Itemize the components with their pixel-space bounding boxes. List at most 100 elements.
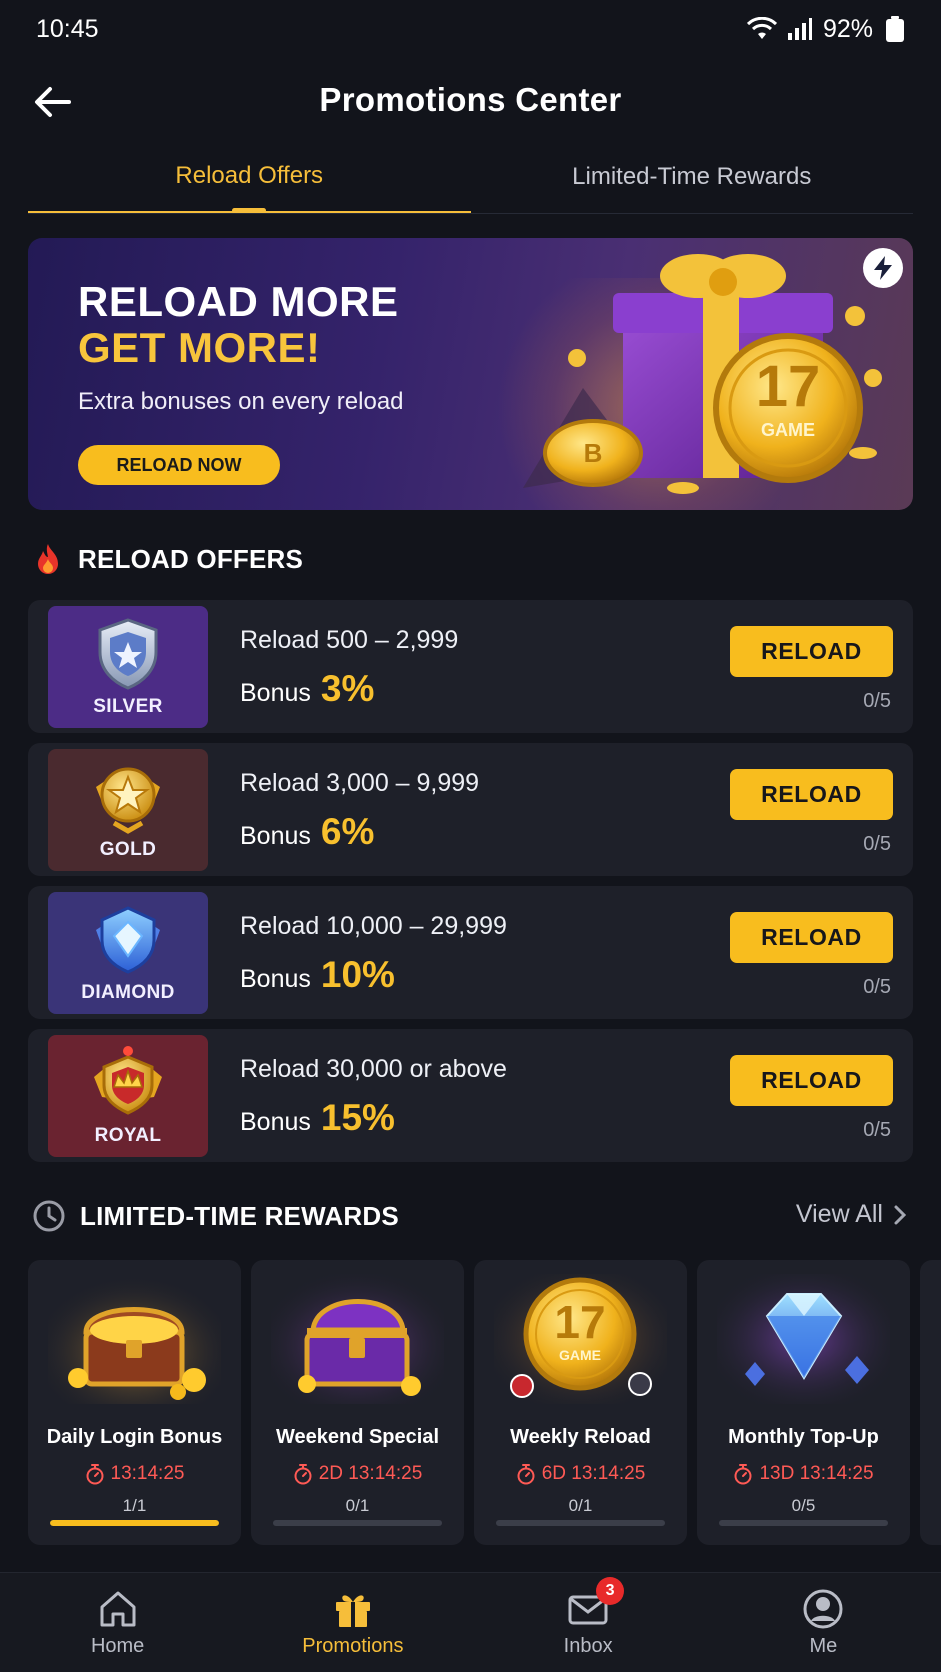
game-coin-icon: 17 GAME <box>494 1274 667 1404</box>
tier-badge: ROYAL <box>48 1035 208 1157</box>
reward-timer: 6D 13:14:25 <box>474 1463 687 1485</box>
status-bar: 10:45 92% <box>0 0 941 58</box>
tier-name: ROYAL <box>94 1125 162 1146</box>
timer-text: 6D 13:14:25 <box>541 1463 646 1484</box>
nav-inbox[interactable]: 3 Inbox <box>471 1573 706 1672</box>
reload-button[interactable]: RELOAD <box>730 1055 893 1106</box>
offer-bonus: Bonus 3% <box>240 668 374 710</box>
tier-name: GOLD <box>99 839 157 860</box>
chevron-right-icon <box>894 1205 907 1224</box>
nav-home[interactable]: Home <box>0 1573 235 1672</box>
battery-icon <box>883 15 907 43</box>
reload-now-button[interactable]: RELOAD NOW <box>78 445 280 485</box>
stopwatch-icon <box>517 1464 535 1485</box>
diamond-icon <box>717 1274 890 1404</box>
stopwatch-icon <box>734 1464 752 1485</box>
tier-badge: GOLD <box>48 749 208 871</box>
reward-progress-bar <box>719 1520 888 1526</box>
nav-label: Home <box>90 1635 145 1657</box>
nav-label: Me <box>809 1635 838 1657</box>
offer-card: ROYAL Reload 30,000 or above Bonus 15% RELOA… <box>28 1029 913 1162</box>
bonus-label: Bonus <box>240 965 311 993</box>
bonus-label: Bonus <box>240 822 311 850</box>
battery-percent: 92% <box>822 14 873 43</box>
timer-text: 13D 13:14:25 <box>759 1463 874 1484</box>
bonus-label: Bonus <box>240 679 311 707</box>
reload-button[interactable]: RELOAD <box>730 912 893 963</box>
royal-tier-icon <box>88 1043 168 1123</box>
app-header: Promotions Center <box>0 62 941 138</box>
coin-text-bottom: GAME <box>761 420 815 440</box>
reward-card-peek[interactable] <box>920 1260 941 1545</box>
stopwatch-icon <box>86 1464 104 1485</box>
tab-reload-offers[interactable]: Reload Offers <box>28 140 471 213</box>
reward-card[interactable]: Monthly Top-Up 13D 13:14:25 0/5 <box>697 1260 910 1545</box>
nav-label: Promotions <box>302 1635 404 1657</box>
coin-text-top: 17 <box>756 354 821 419</box>
clock-icon <box>33 1200 65 1232</box>
reward-card[interactable]: 17 GAME Weekly Reload 6D 13:14:25 0/1 <box>474 1260 687 1545</box>
promo-banner[interactable]: 17 GAME B RELOAD MORE GET MORE! Extra bo… <box>28 238 913 510</box>
offer-card: SILVER Reload 500 – 2,999 Bonus 3% RELOAD 0/5 <box>28 600 913 733</box>
view-all-link[interactable]: View All <box>796 1200 907 1229</box>
offer-bonus: Bonus 15% <box>240 1097 395 1139</box>
reward-progress-bar <box>496 1520 665 1526</box>
back-button[interactable] <box>30 80 74 124</box>
mail-icon-wrap: 3 <box>566 1577 625 1631</box>
rewards-carousel[interactable]: Daily Login Bonus 13:14:25 1/1 Weekend Spec… <box>28 1260 941 1545</box>
section-title: RELOAD OFFERS <box>78 543 304 574</box>
stopwatch-icon <box>294 1464 312 1485</box>
coin-text-top: 17 <box>554 1296 605 1348</box>
reward-timer: 13D 13:14:25 <box>697 1463 910 1485</box>
nav-me[interactable]: Me <box>706 1573 941 1672</box>
view-all-label: View All <box>795 1200 883 1228</box>
reward-timer: 2D 13:14:25 <box>251 1463 464 1485</box>
timer-text: 13:14:25 <box>110 1463 185 1484</box>
reward-progress-fill <box>50 1520 219 1526</box>
reward-title: Weekend Special <box>275 1426 440 1448</box>
small-coin-text: B <box>584 438 603 468</box>
reward-card[interactable]: Weekend Special 2D 13:14:25 0/1 <box>251 1260 464 1545</box>
banner-subtitle: Extra bonuses on every reload <box>78 388 404 415</box>
reload-button[interactable]: RELOAD <box>730 769 893 820</box>
reward-card[interactable]: Daily Login Bonus 13:14:25 1/1 <box>28 1260 241 1545</box>
nav-label: Inbox <box>563 1635 613 1657</box>
fire-icon <box>38 544 58 574</box>
user-icon <box>803 1589 843 1629</box>
reward-progress-text: 0/1 <box>345 1496 370 1515</box>
arrow-left-icon <box>35 87 71 117</box>
banner-headline-1: RELOAD MORE <box>78 278 399 325</box>
gift-icon <box>335 1595 370 1627</box>
treasure-chest-purple-icon <box>271 1274 444 1404</box>
reload-offers-header: RELOAD OFFERS <box>32 542 303 576</box>
section-title: LIMITED-TIME REWARDS <box>80 1200 399 1231</box>
tab-limited-time-rewards[interactable]: Limited-Time Rewards <box>471 140 914 213</box>
tab-bar: Reload Offers Limited-Time Rewards <box>28 140 913 214</box>
tier-name: SILVER <box>93 696 163 717</box>
signal-icon <box>787 17 813 41</box>
tier-badge: SILVER <box>48 606 208 728</box>
reward-title: Weekly Reload <box>510 1426 651 1448</box>
limited-time-rewards-header: LIMITED-TIME REWARDS <box>32 1199 399 1233</box>
bonus-percent: 15% <box>320 1097 395 1138</box>
offer-card: DIAMOND Reload 10,000 – 29,999 Bonus 10% REL… <box>28 886 913 1019</box>
status-indicators: 92% <box>746 14 907 44</box>
offer-progress: 0/5 <box>863 1119 891 1141</box>
offer-bonus: Bonus 10% <box>240 954 395 996</box>
status-time: 10:45 <box>36 14 99 43</box>
reload-button[interactable]: RELOAD <box>730 626 893 677</box>
wifi-icon <box>746 17 777 41</box>
reward-progress-text: 0/1 <box>568 1496 593 1515</box>
offer-range: Reload 500 – 2,999 <box>240 626 459 654</box>
unread-badge: 3 <box>596 1577 625 1605</box>
silver-tier-icon <box>88 614 168 694</box>
page-title: Promotions Center <box>319 81 622 118</box>
nav-promotions[interactable]: Promotions <box>235 1573 470 1672</box>
home-icon <box>100 1591 136 1627</box>
bonus-percent: 10% <box>320 954 395 995</box>
bonus-label: Bonus <box>240 1108 311 1136</box>
reward-progress-bar <box>50 1520 219 1526</box>
tier-name: DIAMOND <box>81 982 175 1003</box>
offer-range: Reload 10,000 – 29,999 <box>240 912 507 940</box>
lightning-icon <box>863 248 903 288</box>
